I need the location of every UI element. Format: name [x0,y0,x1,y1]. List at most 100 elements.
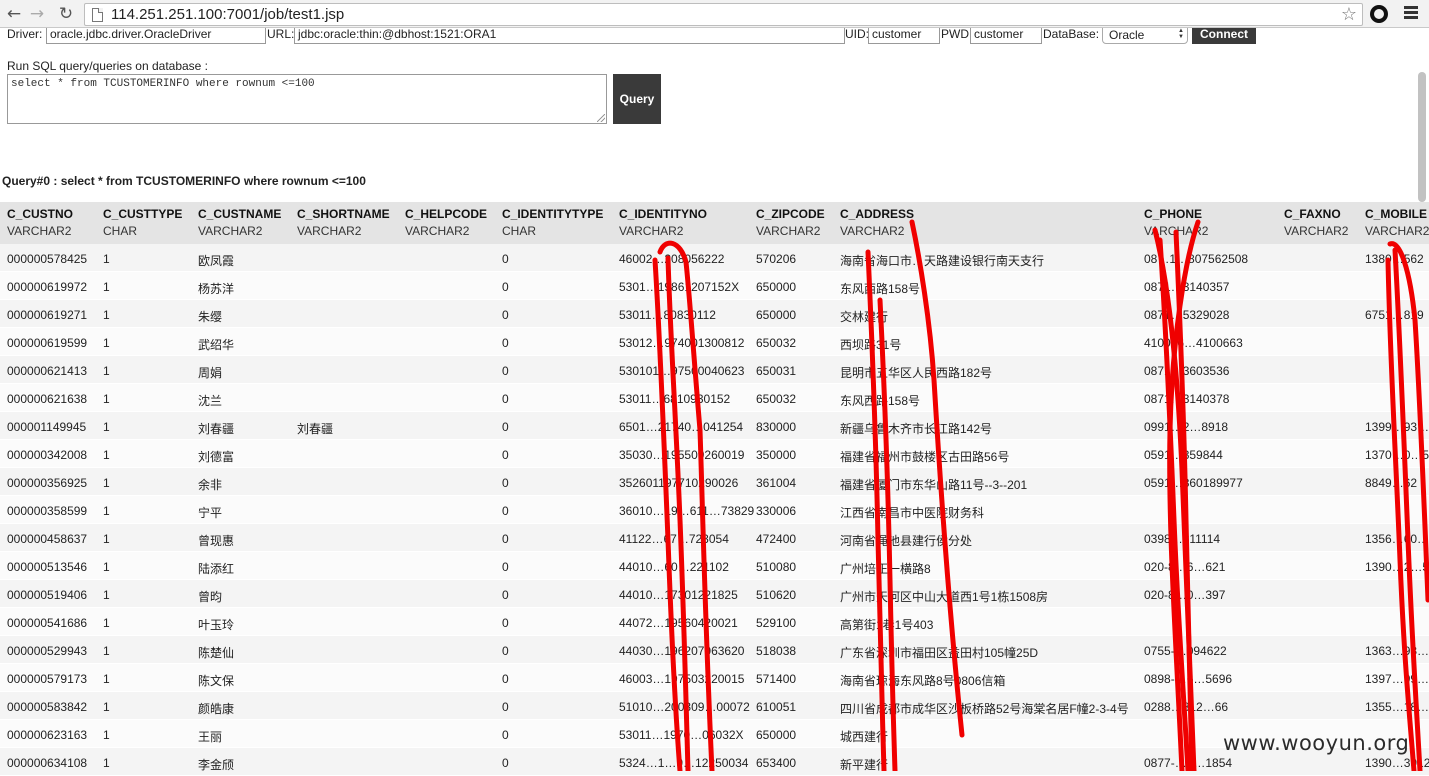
table-cell: 0 [502,420,509,434]
table-cell: 650000 [756,728,797,742]
table-cell: 西坝路31号 [840,338,902,352]
table-cell: 王丽 [198,730,223,744]
table-row: 000000513546 1 陆添红 0 44010…60…221102 510080 广州… [0,552,1429,580]
column-type: VARCHAR2 [1284,224,1349,238]
uid-label: UID: [845,28,869,41]
bookmark-star-icon[interactable]: ☆ [1341,4,1357,25]
table-cell: 352601197710290026 [619,476,739,490]
table-cell: 交林建行 [840,310,889,324]
table-cell: 41122…67…723054 [619,532,729,546]
table-cell: 5324…1…9…12250034 [619,756,749,770]
table-row: 000000541686 1 叶玉玲 0 44072…19560420021 529100… [0,608,1429,636]
result-title: Query#0 : select * from TCUSTOMERINFO wh… [2,174,366,188]
forward-icon[interactable]: → [27,4,47,24]
uid-input[interactable]: customer [868,28,940,44]
table-cell: 1 [103,700,110,714]
table-cell: 武绍华 [198,338,235,352]
extension-icon[interactable] [1370,5,1388,23]
table-cell: 城西建行 [840,730,889,744]
table-cell: 1 [103,616,110,630]
column-header: C_FAXNO VARCHAR2 [1284,207,1348,238]
table-cell: 529100 [756,616,797,630]
table-cell: 44030…196207063620 [619,644,745,658]
column-type: VARCHAR2 [840,224,905,238]
driver-input[interactable]: oracle.jdbc.driver.OracleDriver [46,28,266,44]
table-cell: 000000579173 [7,672,88,686]
table-cell: 1370…0…5 [1365,448,1429,462]
table-cell: 000001149945 [7,420,87,434]
page-icon [92,8,103,22]
url-input[interactable]: jdbc:oracle:thin:@dbhost:1521:ORA1 [294,28,845,44]
table-cell: 35030…195509260019 [619,448,745,462]
table-cell: 000000519406 [7,588,88,602]
table-cell: 0755-…094622 [1144,644,1227,658]
column-header: C_CUSTNAME VARCHAR2 [198,207,281,238]
table-cell: 叶玉玲 [198,618,235,632]
table-row: 000000579173 1 陈文保 0 46003…197503220015 57140… [0,664,1429,692]
table-cell: 000000619599 [7,336,88,350]
table-cell: 1 [103,364,110,378]
table-cell: 1 [103,756,110,770]
table-row: 000000619972 1 杨苏洋 0 5301…19861207152X 650000… [0,272,1429,300]
table-body: 000000578425 1 欧凤霞 0 46002…208056222 570206 海南… [0,244,1429,776]
sql-textarea[interactable]: select * from TCUSTOMERINFO where rownum… [7,74,607,124]
table-cell: 新平建行 [840,758,889,772]
table-cell: 000000634108 [7,756,88,770]
table-cell: 000000529943 [7,644,88,658]
table-cell: 0 [502,476,509,490]
table-cell: 1 [103,448,110,462]
column-type: VARCHAR2 [405,224,470,238]
table-cell: 海南省琼海东风路8号0806信箱 [840,674,1006,688]
column-name: C_IDENTITYNO [619,207,708,221]
vertical-scrollbar[interactable] [1418,72,1426,202]
table-cell: 0 [502,504,509,518]
table-cell: 000000621638 [7,392,88,406]
table-cell: 高第街1巷1号403 [840,618,934,632]
column-type: VARCHAR2 [297,224,362,238]
menu-icon[interactable] [1404,6,1418,21]
table-cell: 余非 [198,478,223,492]
table-cell: 410066…4100663 [1144,336,1243,350]
table-cell: 000000342008 [7,448,88,462]
address-bar[interactable]: 114.251.251.100:7001/job/test1.jsp ☆ [84,3,1363,26]
connect-button[interactable]: Connect [1192,28,1256,44]
column-type: VARCHAR2 [619,224,684,238]
table-row: 000000519406 1 曾昀 0 44010…17301221825 510620 广… [0,580,1429,608]
table-cell: 海南省海口市…天路建设银行南天支行 [840,254,1045,268]
database-select[interactable]: Oracle [1102,28,1188,44]
table-cell: 0871…5329028 [1144,308,1230,322]
table-cell: 000000356925 [7,476,88,490]
column-header: C_CUSTNO VARCHAR2 [7,207,73,238]
table-cell: 1397…99… [1365,672,1429,686]
table-cell: 河南省渑池县建行侯分处 [840,534,973,548]
table-row: 000000529943 1 陈楚仙 0 44030…196207063620 51803… [0,636,1429,664]
browser-toolbar: ← → ↻ 114.251.251.100:7001/job/test1.jsp… [0,0,1429,28]
table-cell: 000000619972 [7,280,88,294]
table-cell: 曾现惠 [198,534,235,548]
column-type: CHAR [103,224,138,238]
table-cell: 000000619271 [7,308,88,322]
table-cell: 020-8…0…397 [1144,588,1226,602]
address-url[interactable]: 114.251.251.100:7001/job/test1.jsp [111,6,344,23]
table-cell: 650000 [756,308,797,322]
table-cell: 000000621413 [7,364,88,378]
table-cell: 广东省深圳市福田区益田村105幢25D [840,646,1039,660]
reload-icon[interactable]: ↻ [56,4,76,24]
back-icon[interactable]: ← [4,4,24,24]
table-cell: 650000 [756,280,797,294]
table-cell: 0591…860189977 [1144,476,1243,490]
table-row: 000000634108 1 李金颀 0 5324…1…9…12250034 653400… [0,748,1429,776]
table-cell: 44010…60…221102 [619,560,729,574]
query-button[interactable]: Query [613,74,661,124]
column-name: C_ADDRESS [840,207,915,221]
table-cell: 福建省厦门市东华山路11号--3--201 [840,478,1028,492]
table-cell: 1399…93…6 [1365,420,1429,434]
table-cell: 570206 [756,252,797,266]
table-cell: 0 [502,588,509,602]
table-cell: 51010…200309…00072 [619,700,750,714]
table-cell: 1380…562 [1365,252,1424,266]
table-cell: 陈楚仙 [198,646,235,660]
table-cell: 53012…974001300812 [619,336,745,350]
pwd-input[interactable]: customer [970,28,1042,44]
table-cell: 1 [103,728,110,742]
